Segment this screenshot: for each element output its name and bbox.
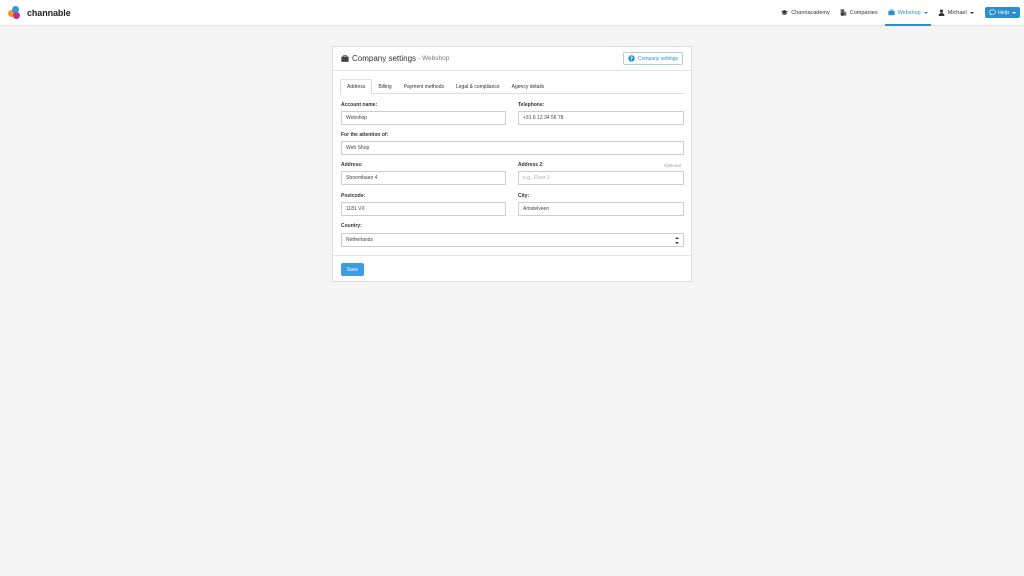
address-input[interactable]: Stroombaan 4	[341, 171, 506, 185]
telephone-label: Telephone:	[518, 102, 545, 108]
attention-label: For the attention of:	[341, 132, 389, 138]
top-navbar: channable Channacademy Companies Webshop…	[0, 0, 1024, 26]
chevron-down-icon	[1012, 11, 1016, 14]
postcode-input[interactable]: 1181 VX	[341, 202, 506, 216]
country-label: Country:	[341, 223, 362, 229]
address2-input[interactable]: e.g., Floor 1	[518, 171, 684, 185]
address2-label: Address 2:	[518, 162, 544, 168]
panel-subtitle: - Webshop	[418, 55, 450, 62]
address2-optional-hint: Optional	[664, 163, 681, 168]
country-select[interactable]: Netherlands	[341, 233, 684, 247]
nav-webshop-label: Webshop	[897, 9, 921, 16]
nav-channacademy[interactable]: Channacademy	[776, 0, 835, 26]
tab-legal-compliance[interactable]: Legal & compliance	[450, 79, 506, 94]
chevron-down-icon	[923, 11, 928, 14]
nav-webshop[interactable]: Webshop	[883, 0, 933, 26]
attention-input[interactable]: Web Shop	[341, 141, 684, 155]
settings-tabs: Address Billing Payment methods Legal & …	[340, 79, 685, 95]
panel-title-text: Company settings	[352, 54, 417, 63]
account-name-input[interactable]: Webshop	[341, 111, 506, 125]
postcode-label: Postcode:	[341, 193, 366, 199]
panel-header: Company settings - Webshop ? Company set…	[333, 47, 691, 71]
help-label: Help	[997, 9, 1009, 16]
graduation-cap-icon	[781, 10, 789, 15]
channable-logo[interactable]: channable	[8, 5, 71, 20]
tab-billing[interactable]: Billing	[372, 79, 397, 94]
address-label: Address:	[341, 162, 363, 168]
chevron-down-icon	[969, 11, 974, 14]
nav-companies[interactable]: Companies	[835, 0, 883, 26]
nav-user-label: Michael	[947, 9, 967, 16]
user-icon	[938, 9, 945, 16]
company-settings-button-label: Company settings	[637, 55, 678, 62]
tab-payment-methods[interactable]: Payment methods	[398, 79, 450, 94]
telephone-input[interactable]: +31 6 12 34 56 78	[518, 111, 684, 125]
nav-companies-label: Companies	[849, 9, 878, 16]
chat-bubble-icon	[988, 9, 996, 16]
select-arrows-icon	[675, 237, 679, 244]
save-button[interactable]: Save	[341, 263, 364, 276]
svg-text:?: ?	[630, 56, 633, 62]
logo-icon	[8, 5, 22, 20]
city-label: City:	[518, 193, 530, 199]
nav-channacademy-label: Channacademy	[791, 9, 830, 16]
account-name-label: Account name:	[341, 102, 378, 108]
briefcase-icon	[887, 9, 895, 16]
company-settings-help-button[interactable]: ? Company settings	[622, 52, 683, 65]
company-settings-panel: Company settings - Webshop ? Company set…	[332, 46, 692, 282]
building-icon	[840, 9, 847, 16]
logo-text: channable	[27, 7, 71, 18]
page-title: Company settings - Webshop	[341, 54, 449, 63]
briefcase-icon	[341, 55, 349, 62]
nav-user-menu[interactable]: Michael	[933, 0, 979, 26]
help-button[interactable]: Help	[984, 7, 1020, 18]
city-input[interactable]: Amstelveen	[518, 202, 684, 216]
tab-agency-details[interactable]: Agency details	[506, 79, 551, 94]
tab-address[interactable]: Address	[340, 79, 373, 95]
question-circle-icon: ?	[628, 55, 635, 62]
country-select-value: Netherlands	[346, 237, 373, 243]
panel-footer-divider	[333, 255, 691, 256]
